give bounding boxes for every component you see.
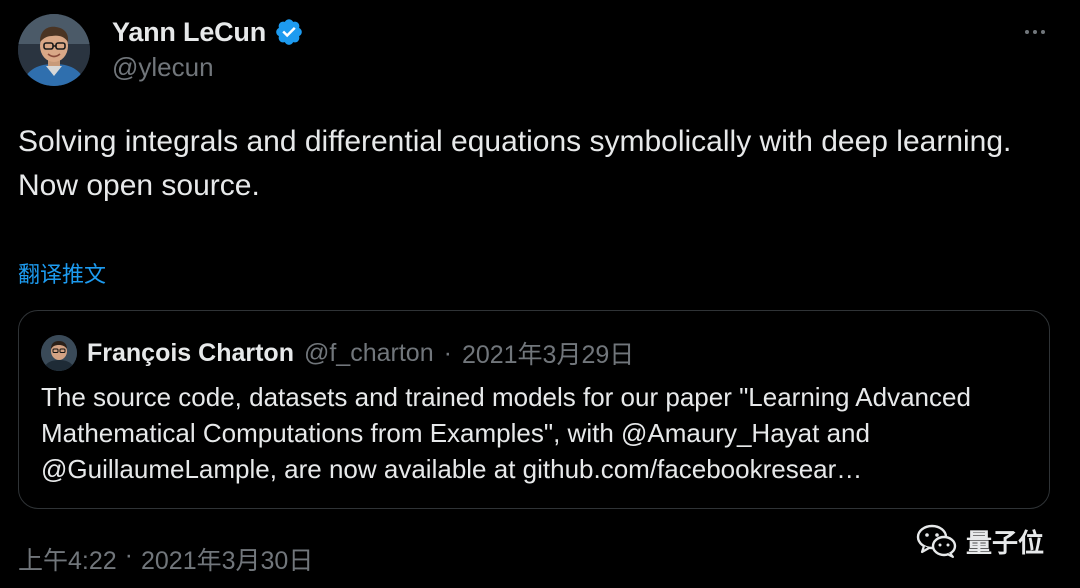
watermark: 量子位 bbox=[916, 522, 1044, 560]
more-dot bbox=[1033, 30, 1037, 34]
wechat-logo-icon bbox=[916, 523, 958, 559]
quoted-author-avatar[interactable] bbox=[41, 335, 77, 371]
quoted-tweet-header: François Charton @f_charton · 2021年3月29日 bbox=[41, 335, 634, 371]
translate-tweet-link[interactable]: 翻译推文 bbox=[18, 257, 106, 289]
quoted-separator: · bbox=[443, 338, 452, 367]
author-name-row[interactable]: Yann LeCun bbox=[112, 14, 304, 50]
watermark-text: 量子位 bbox=[965, 527, 1044, 558]
tweet-text-line: Solving integrals and differential equat… bbox=[18, 125, 1012, 158]
author-handle[interactable]: @ylecun bbox=[112, 52, 214, 83]
more-options-icon[interactable] bbox=[1018, 18, 1052, 46]
author-avatar[interactable] bbox=[18, 14, 90, 86]
more-dot bbox=[1041, 30, 1045, 34]
tweet-timestamp[interactable]: 上午4:22 · 2021年3月30日 bbox=[18, 541, 313, 577]
tweet-time: 上午4:22 bbox=[18, 547, 117, 575]
quoted-author-name[interactable]: François Charton bbox=[87, 339, 294, 368]
more-dot bbox=[1025, 30, 1029, 34]
author-display-name[interactable]: Yann LeCun bbox=[112, 17, 266, 48]
tweet-text: Solving integrals and differential equat… bbox=[18, 120, 1048, 208]
verified-badge-icon bbox=[274, 17, 304, 47]
quoted-tweet-card[interactable]: François Charton @f_charton · 2021年3月29日… bbox=[18, 310, 1050, 509]
tweet-date: 2021年3月30日 bbox=[141, 547, 314, 575]
tweet: Yann LeCun @ylecun Solving integrals and… bbox=[0, 0, 1080, 588]
quoted-tweet-text: The source code, datasets and trained mo… bbox=[41, 382, 971, 484]
quoted-tweet-date[interactable]: 2021年3月29日 bbox=[462, 335, 634, 371]
tweet-text-line: Now open source. bbox=[18, 169, 260, 202]
quoted-author-handle[interactable]: @f_charton bbox=[304, 339, 434, 368]
timestamp-separator: · bbox=[124, 541, 133, 569]
